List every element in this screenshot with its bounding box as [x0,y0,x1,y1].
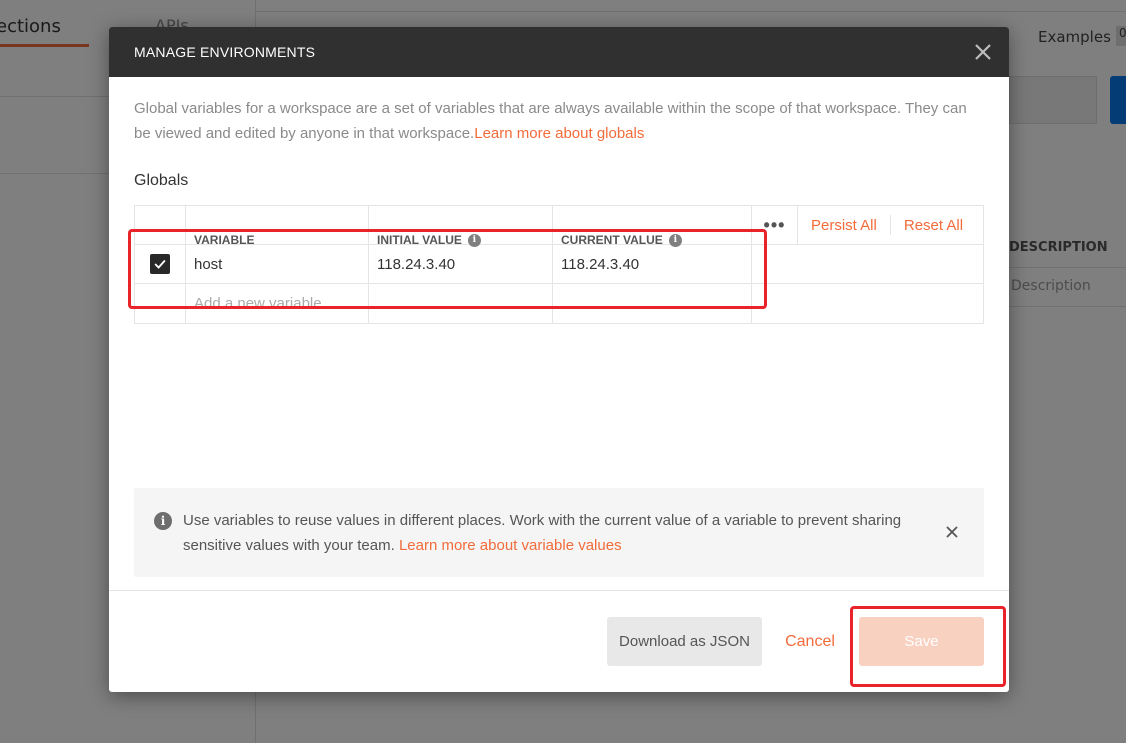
save-button[interactable]: Save [859,617,984,666]
new-current-value-input[interactable] [553,284,752,323]
table-header-row: VARIABLE INITIAL VALUE i CURRENT VALUE i… [135,205,983,247]
info-icon: i [154,512,172,530]
initial-value-cell[interactable]: 118.24.3.40 [369,245,553,283]
section-title: Globals [134,172,189,189]
table-row: host 118.24.3.40 118.24.3.40 [135,245,983,284]
new-variable-row: Add a new variable [135,284,983,323]
globals-description: Global variables for a workspace are a s… [134,100,967,142]
variables-info-notice: i Use variables to reuse values in diffe… [134,488,984,577]
modal-header: MANAGE ENVIRONMENTS [109,27,1009,77]
new-initial-value-input[interactable] [369,284,553,323]
manage-environments-modal: MANAGE ENVIRONMENTS Global variables for… [109,27,1009,692]
learn-more-globals-link[interactable]: Learn more about globals [474,125,644,142]
modal-title: MANAGE ENVIRONMENTS [134,44,316,60]
checkmark-icon [154,259,166,269]
more-options-icon[interactable]: ••• [752,205,798,245]
close-icon[interactable] [971,40,995,64]
close-icon[interactable] [942,522,962,542]
variables-table: VARIABLE INITIAL VALUE i CURRENT VALUE i… [134,205,984,324]
cancel-button[interactable]: Cancel [779,617,841,666]
reset-all-button[interactable]: Reset All [891,214,976,237]
current-value-cell[interactable]: 118.24.3.40 [553,245,752,283]
learn-more-variable-values-link[interactable]: Learn more about variable values [399,537,622,554]
download-json-button[interactable]: Download as JSON [607,617,762,666]
persist-all-button[interactable]: Persist All [798,214,890,237]
variable-cell[interactable]: host [186,245,369,283]
enabled-checkbox[interactable] [150,254,170,274]
add-variable-input[interactable]: Add a new variable [186,284,369,323]
